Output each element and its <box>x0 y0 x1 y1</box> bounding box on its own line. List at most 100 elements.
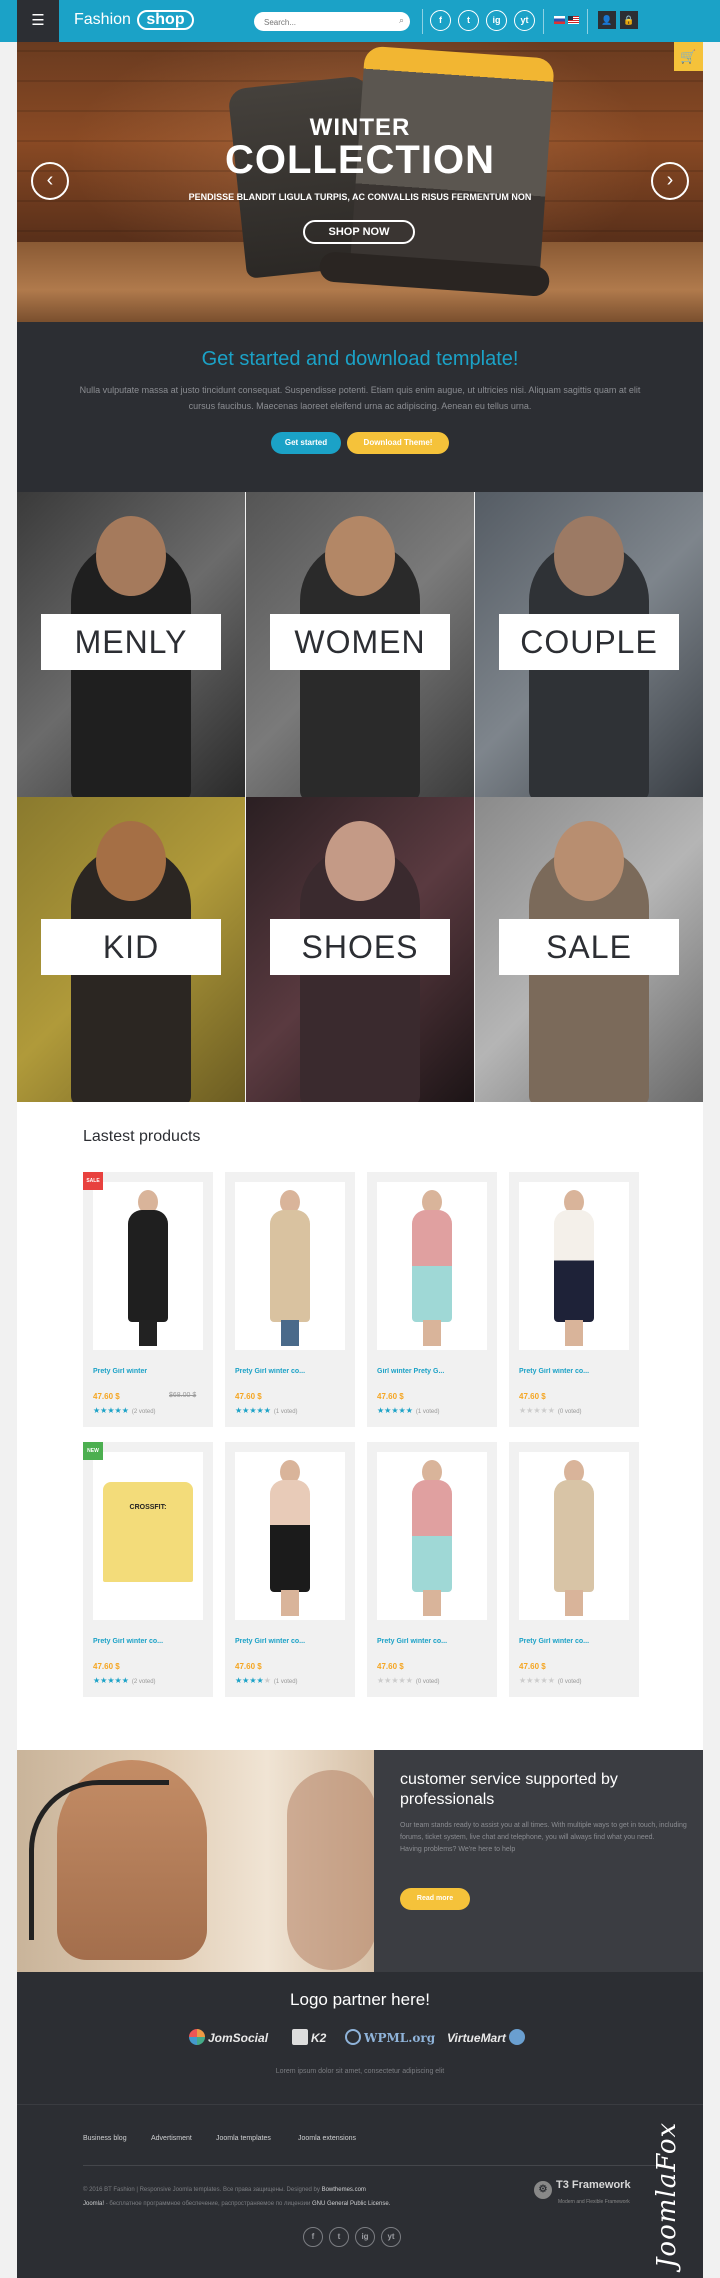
product-image[interactable] <box>377 1452 487 1620</box>
partner-logo-jomsocial[interactable]: JomSocial <box>189 2026 268 2050</box>
get-started-text: Nulla vulputate massa at justo tincidunt… <box>79 385 641 411</box>
product-name[interactable]: Girl winter Prety G... <box>377 1368 489 1375</box>
shop-now-button[interactable]: SHOP NOW <box>303 220 415 244</box>
category-tile-couple[interactable]: COUPLE <box>475 492 703 797</box>
footer-divider <box>83 2165 657 2166</box>
instagram-icon[interactable]: ig <box>486 10 507 31</box>
designer-link[interactable]: Bowthemes.com <box>322 2187 366 2193</box>
youtube-icon[interactable]: yt <box>514 10 535 31</box>
product-image[interactable]: CROSSFIT: <box>93 1452 203 1620</box>
cart-icon[interactable]: 🛒 <box>674 42 703 71</box>
twitter-icon[interactable]: t <box>329 2227 349 2247</box>
download-theme-button[interactable]: Download Theme! <box>347 432 449 454</box>
product-image[interactable] <box>235 1452 345 1620</box>
youtube-icon[interactable]: yt <box>381 2227 401 2247</box>
product-image[interactable] <box>235 1182 345 1350</box>
footer-link-joomla-templates[interactable]: Joomla templates <box>216 2135 271 2142</box>
logo[interactable]: Fashion shop <box>74 9 194 31</box>
get-started-button[interactable]: Get started <box>271 432 341 454</box>
product-price: 47.60 $ <box>93 1392 120 1401</box>
product-price: 47.60 $ <box>235 1662 262 1671</box>
category-tile-menly[interactable]: MENLY <box>17 492 245 797</box>
user-icon[interactable]: 👤 <box>598 11 616 29</box>
partners-title: Logo partner here! <box>290 1990 430 2009</box>
search-icon[interactable]: ⌕ <box>399 15 404 26</box>
product-image[interactable] <box>93 1182 203 1350</box>
product-card[interactable]: Girl winter Prety G... 47.60 $ ★★★★★ (1 v… <box>367 1172 497 1427</box>
product-card[interactable]: Prety Girl winter co... 47.60 $ ★★★★★ (1 … <box>225 1442 355 1697</box>
prev-slide-icon[interactable]: ‹ <box>31 162 69 200</box>
product-name[interactable]: Prety Girl winter co... <box>93 1638 205 1645</box>
header-divider <box>587 9 588 34</box>
rating-stars: ★★★★★ (1 voted) <box>235 1676 298 1685</box>
joomla-link[interactable]: Joomla! <box>83 2201 104 2207</box>
category-label: SALE <box>499 919 679 975</box>
service-text-main: Our team stands ready to assist you at a… <box>400 1822 687 1841</box>
category-tile-shoes[interactable]: SHOES <box>246 797 474 1102</box>
service-title: customer service supported by profession… <box>400 1771 618 1808</box>
read-more-button[interactable]: Read more <box>400 1888 470 1910</box>
instagram-icon[interactable]: ig <box>355 2227 375 2247</box>
new-badge: NEW <box>83 1442 103 1460</box>
product-image[interactable] <box>519 1452 629 1620</box>
footer-link-advertisment[interactable]: Advertisment <box>151 2135 192 2142</box>
partner-logo-wpml[interactable]: WPML.org <box>345 2026 435 2050</box>
product-price: 47.60 $ <box>377 1662 404 1671</box>
service-text-help: Having problems? We're here to help <box>400 1846 516 1853</box>
footer-link-joomla-extensions[interactable]: Joomla extensions <box>298 2135 356 2142</box>
license-link[interactable]: GNU General Public License. <box>312 2201 390 2207</box>
rating-stars: ★★★★★ (1 voted) <box>377 1406 440 1415</box>
product-name[interactable]: Prety Girl winter co... <box>377 1638 489 1645</box>
product-card[interactable]: SALE Prety Girl winter 47.60 $ $68.00 $ … <box>83 1172 213 1427</box>
watermark-logo: JoomlaFox <box>640 2058 710 2268</box>
wpml-icon <box>345 2029 361 2045</box>
search-input[interactable] <box>254 13 384 32</box>
t3-subtitle: Modern and Flexible Framework <box>558 2199 630 2205</box>
license-text: - бесплатное программное обеспечение, ра… <box>105 2201 311 2207</box>
product-card[interactable]: Prety Girl winter co... 47.60 $ ★★★★★ (1 … <box>225 1172 355 1427</box>
support-agent-image <box>287 1770 374 1970</box>
facebook-icon[interactable]: f <box>303 2227 323 2247</box>
product-image[interactable] <box>377 1182 487 1350</box>
product-card[interactable]: Prety Girl winter co... 47.60 $ ★★★★★ (0 … <box>367 1442 497 1697</box>
twitter-icon[interactable]: t <box>458 10 479 31</box>
lock-icon[interactable]: 🔒 <box>620 11 638 29</box>
category-tile-women[interactable]: WOMEN <box>246 492 474 797</box>
rating-votes: (2 voted) <box>131 1679 156 1685</box>
virtuemart-icon <box>508 2029 525 2045</box>
partner-logo-virtuemart[interactable]: VirtueMart <box>447 2026 528 2050</box>
menu-icon[interactable]: ☰ <box>17 0 59 42</box>
category-image <box>325 516 395 597</box>
rating-votes: (0 voted) <box>557 1679 582 1685</box>
sale-badge: SALE <box>83 1172 103 1190</box>
next-slide-icon[interactable]: › <box>651 162 689 200</box>
t3-title: T3 Framework <box>556 2179 631 2191</box>
rating-votes: (1 voted) <box>273 1679 298 1685</box>
product-card[interactable]: Prety Girl winter co... 47.60 $ ★★★★★ (0 … <box>509 1172 639 1427</box>
product-card[interactable]: CROSSFIT: NEW Prety Girl winter co... 47… <box>83 1442 213 1697</box>
category-tile-sale[interactable]: SALE <box>475 797 703 1102</box>
latest-products-section: Lastest products SALE Prety Girl winter … <box>17 1102 703 1750</box>
watermark-text: JoomlaFox <box>652 2121 682 2268</box>
hero-title-line2: COLLECTION <box>225 138 495 182</box>
category-tile-kid[interactable]: KID <box>17 797 245 1102</box>
product-price: 47.60 $ <box>377 1392 404 1401</box>
category-image <box>325 821 395 902</box>
footer-link-business-blog[interactable]: Business blog <box>83 2135 127 2142</box>
t3-framework-logo[interactable]: ⚙ T3 Framework Modern and Flexible Framew… <box>534 2179 631 2205</box>
product-name[interactable]: Prety Girl winter co... <box>519 1638 631 1645</box>
category-image <box>96 821 166 902</box>
language-ru-flag[interactable] <box>554 16 565 24</box>
rating-stars: ★★★★★ (2 voted) <box>93 1406 156 1415</box>
partner-logo-k2[interactable]: K2 <box>292 2026 326 2050</box>
product-name[interactable]: Prety Girl winter co... <box>235 1638 347 1645</box>
customer-service-section: customer service supported by profession… <box>17 1750 703 1972</box>
product-name[interactable]: Prety Girl winter co... <box>235 1368 347 1375</box>
product-name[interactable]: Prety Girl winter <box>93 1368 205 1375</box>
product-name[interactable]: Prety Girl winter co... <box>519 1368 631 1375</box>
facebook-icon[interactable]: f <box>430 10 451 31</box>
product-image[interactable] <box>519 1182 629 1350</box>
site-header: ☰ Fashion shop ⌕ f t ig yt 👤 🔒 <box>0 0 720 42</box>
product-card[interactable]: Prety Girl winter co... 47.60 $ ★★★★★ (0 … <box>509 1442 639 1697</box>
language-en-flag[interactable] <box>568 16 579 24</box>
